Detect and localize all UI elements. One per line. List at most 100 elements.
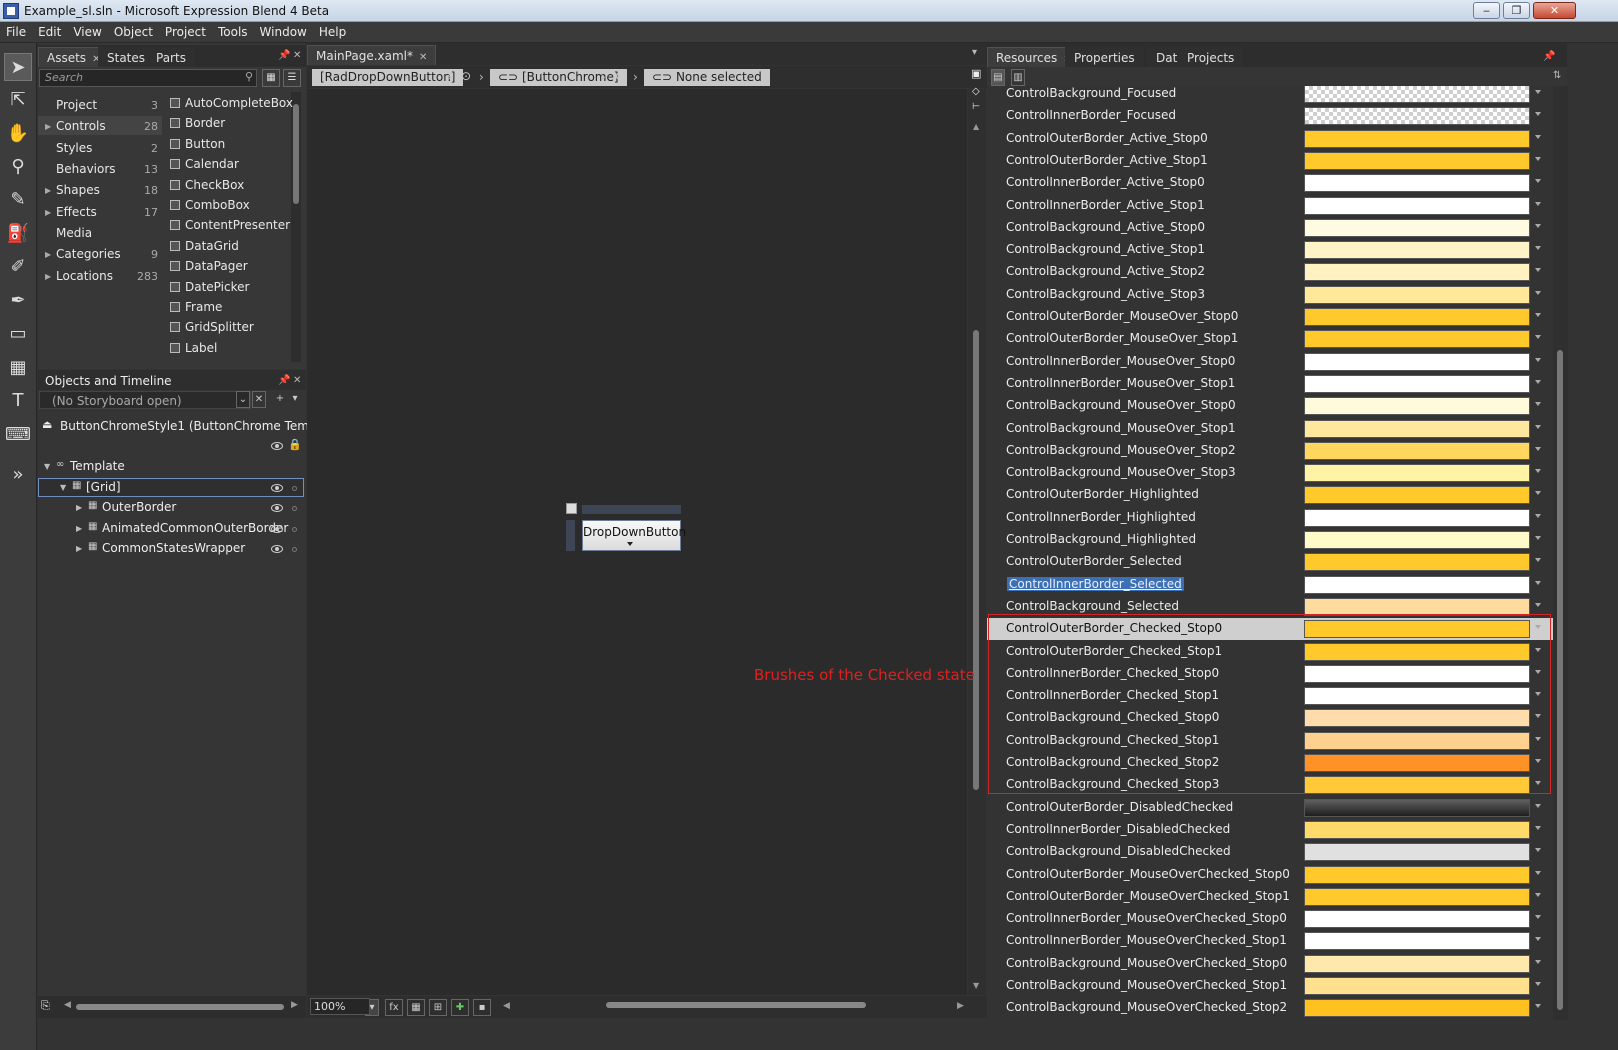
pin-icon[interactable]: 📌 [278, 375, 290, 386]
chevron-down-icon[interactable] [1535, 179, 1541, 184]
chevron-down-icon[interactable] [1535, 736, 1541, 741]
resource-row[interactable]: ControlOuterBorder_Highlighted [987, 484, 1553, 506]
brush-swatch[interactable] [1304, 977, 1530, 995]
resource-name[interactable]: ControlOuterBorder_Highlighted [1006, 487, 1199, 501]
expand-arrow-icon[interactable]: ▶ [76, 524, 82, 533]
resource-name[interactable]: ControlBackground_Focused [1006, 86, 1176, 100]
chevron-down-icon[interactable] [1535, 759, 1541, 763]
resource-row[interactable]: ControlBackground_Checked_Stop0 [987, 707, 1553, 729]
brush-swatch[interactable] [1304, 174, 1530, 193]
chevron-down-icon[interactable] [1535, 290, 1541, 295]
pan-tool-icon[interactable]: ✋ [4, 120, 32, 148]
resource-row[interactable]: ControlBackground_Checked_Stop3 [987, 774, 1553, 796]
resource-row[interactable]: ControlBackground_Highlighted [987, 529, 1553, 551]
menu-edit[interactable]: Edit [32, 22, 67, 39]
tree-item[interactable]: [Grid] [86, 480, 121, 494]
resource-name[interactable]: ControlInnerBorder_Focused [1006, 108, 1176, 122]
brush-swatch[interactable] [1304, 910, 1530, 929]
storyboard-dropdown-icon[interactable]: ⌄ [236, 391, 250, 408]
asset-item-calendar[interactable]: Calendar [170, 157, 239, 171]
eye-icon[interactable] [271, 442, 283, 450]
menu-object[interactable]: Object [108, 22, 159, 39]
brush-swatch[interactable] [1304, 464, 1530, 483]
brush-swatch[interactable] [1304, 954, 1530, 973]
resources-scroll-thumb[interactable] [1557, 350, 1563, 1010]
assets-scroll-thumb[interactable] [293, 104, 299, 204]
breadcrumb-buttonchrome[interactable]: ⊂⊃ [ButtonChrome] [490, 69, 627, 86]
asset-item-label[interactable]: Label [170, 341, 217, 355]
resource-name[interactable]: ControlBackground_Checked_Stop0 [1006, 710, 1219, 724]
objects-hscroll-thumb[interactable] [76, 1004, 284, 1010]
resource-row[interactable]: ControlBackground_Checked_Stop2 [987, 752, 1553, 774]
brush-swatch[interactable] [1304, 196, 1530, 215]
brush-swatch[interactable] [1304, 553, 1530, 572]
gradient-tool-icon[interactable]: ✐ [4, 253, 32, 281]
direct-selection-tool-icon[interactable]: ⇱ [4, 86, 32, 114]
resource-row[interactable]: ControlBackground_Selected [987, 596, 1553, 618]
expand-arrow-icon[interactable]: ▶ [76, 544, 82, 553]
menu-project[interactable]: Project [159, 22, 212, 39]
brush-swatch[interactable] [1304, 508, 1530, 527]
resource-name[interactable]: ControlBackground_Active_Stop2 [1006, 264, 1205, 278]
resource-name[interactable]: ControlInnerBorder_Active_Stop1 [1006, 198, 1205, 212]
chevron-down-icon[interactable] [1535, 915, 1541, 920]
scope-icon[interactable]: ⊙ [615, 69, 625, 83]
tree-item[interactable]: CommonStatesWrapper [102, 541, 245, 555]
resource-name[interactable]: ControlInnerBorder_Selected [1007, 576, 1184, 591]
chevron-down-icon[interactable] [1535, 536, 1541, 540]
brush-swatch[interactable] [1304, 597, 1530, 616]
brush-swatch[interactable] [1304, 709, 1530, 728]
pen-tool-icon[interactable]: ✒ [4, 287, 32, 315]
asset-item-autocompletebox[interactable]: AutoCompleteBox [170, 96, 293, 110]
resource-row[interactable]: ControlOuterBorder_Checked_Stop0 [987, 618, 1553, 641]
chevron-down-icon[interactable] [1535, 825, 1541, 830]
chevron-down-icon[interactable] [1535, 223, 1541, 228]
brush-swatch[interactable] [1304, 308, 1530, 326]
chevron-down-icon[interactable] [1535, 513, 1541, 518]
new-storyboard-icon[interactable]: + [273, 391, 287, 408]
control-tool-icon[interactable]: ⌨ [4, 421, 32, 449]
chevron-down-icon[interactable] [1535, 335, 1541, 340]
menu-window[interactable]: Window [254, 22, 313, 39]
chevron-down-icon[interactable] [1535, 379, 1541, 384]
resource-row[interactable]: ControlOuterBorder_MouseOverChecked_Stop… [987, 886, 1553, 908]
resource-name[interactable]: ControlBackground_DisabledChecked [1006, 844, 1231, 858]
zoom-tool-icon[interactable]: ⚲ [4, 153, 32, 181]
resource-name[interactable]: ControlInnerBorder_Checked_Stop0 [1006, 666, 1219, 680]
category-categories[interactable]: Categories [56, 247, 121, 261]
expand-arrow-icon[interactable]: ▶ [45, 186, 51, 195]
resource-row[interactable]: ControlBackground_MouseOver_Stop1 [987, 418, 1553, 440]
brush-swatch[interactable] [1304, 218, 1530, 237]
scope-icon[interactable]: ⊙ [461, 69, 471, 83]
brush-swatch[interactable] [1304, 397, 1530, 416]
resource-name[interactable]: ControlBackground_MouseOverChecked_Stop0 [1006, 956, 1287, 970]
asset-item-button[interactable]: Button [170, 137, 225, 151]
panel-close-icon[interactable]: ✕ [293, 375, 301, 386]
resource-row[interactable]: ControlInnerBorder_Active_Stop1 [987, 195, 1553, 217]
snap-grid-icon[interactable]: ⊞ [429, 999, 447, 1016]
split-view-icon[interactable]: ▣ [971, 67, 981, 80]
brush-swatch[interactable] [1304, 843, 1530, 862]
asset-item-contentpresenter[interactable]: ContentPresenter [170, 218, 290, 232]
chevron-down-icon[interactable] [1535, 625, 1541, 630]
resource-row[interactable]: ControlOuterBorder_DisabledChecked [987, 797, 1553, 819]
resource-name[interactable]: ControlOuterBorder_Active_Stop1 [1006, 153, 1208, 167]
chevron-down-icon[interactable] [1535, 937, 1541, 942]
resource-name[interactable]: ControlBackground_MouseOverChecked_Stop2 [1006, 1000, 1287, 1014]
tree-item[interactable]: OuterBorder [102, 500, 176, 514]
resource-row[interactable]: ControlBackground_Active_Stop3 [987, 284, 1553, 306]
xaml-view-icon[interactable]: ◇ [972, 86, 980, 97]
sort-icon[interactable]: ⇅ [1553, 70, 1561, 81]
rectangle-tool-icon[interactable]: ▭ [4, 320, 32, 348]
asset-item-border[interactable]: Border [170, 116, 225, 130]
asset-item-checkbox[interactable]: CheckBox [170, 178, 244, 192]
chevron-down-icon[interactable] [1535, 580, 1541, 585]
tab-mainpage[interactable]: MainPage.xaml* ✕ [307, 45, 437, 65]
chevron-down-icon[interactable] [1535, 558, 1541, 563]
new-dictionary-icon[interactable]: ▤ [991, 69, 1005, 86]
resource-row[interactable]: ControlOuterBorder_Checked_Stop1 [987, 641, 1553, 663]
resource-name[interactable]: ControlInnerBorder_MouseOver_Stop0 [1006, 354, 1235, 368]
brush-swatch[interactable] [1304, 575, 1530, 594]
chevron-down-icon[interactable] [1535, 982, 1541, 986]
expand-arrow-icon[interactable]: ▶ [45, 208, 51, 217]
